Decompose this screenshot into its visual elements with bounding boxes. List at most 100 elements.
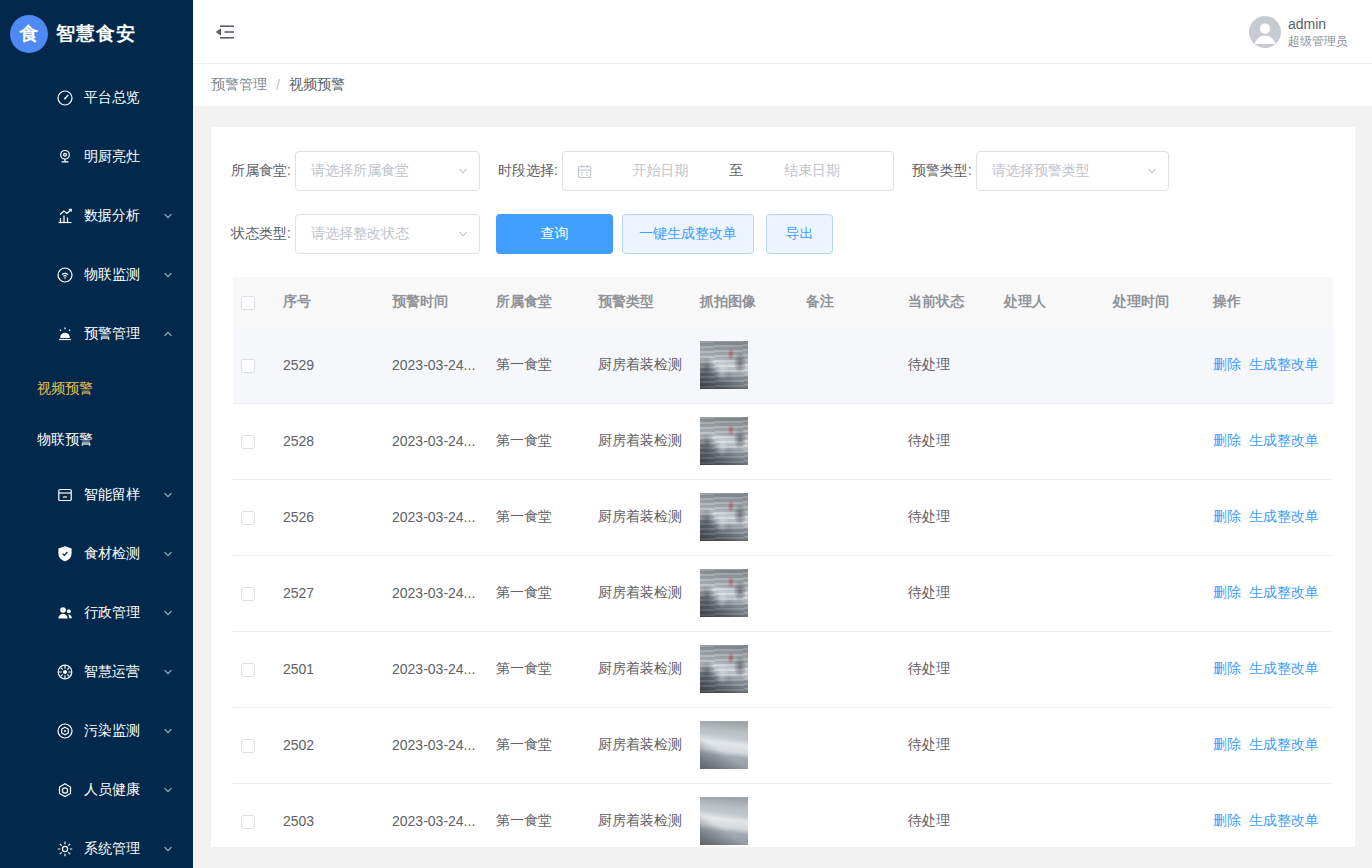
delete-link[interactable]: 删除 <box>1213 356 1241 372</box>
table-row-2529: 25292023-03-24...第一食堂厨房着装检测待处理删除生成整改单 <box>233 327 1333 403</box>
cell-status: 待处理 <box>898 327 994 403</box>
cell-warning-time: 2023-03-24... <box>382 707 486 783</box>
generate-link[interactable]: 生成整改单 <box>1249 736 1319 752</box>
snapshot-image[interactable] <box>700 645 748 693</box>
canteen-select[interactable]: 请选择所属食堂 <box>295 151 480 191</box>
logo: 食 智慧食安 <box>0 0 193 68</box>
sidebar-item-platform-overview[interactable]: 平台总览 <box>0 68 193 127</box>
delete-link[interactable]: 删除 <box>1213 660 1241 676</box>
sidebar-item-bright-kitchen[interactable]: 明厨亮灶 <box>0 127 193 186</box>
row-checkbox[interactable] <box>241 663 255 677</box>
select-all-checkbox[interactable] <box>241 296 255 310</box>
snapshot-image[interactable] <box>700 341 748 389</box>
search-button[interactable]: 查询 <box>496 214 613 254</box>
breadcrumb-parent[interactable]: 预警管理 <box>211 76 267 94</box>
generate-link[interactable]: 生成整改单 <box>1249 660 1319 676</box>
avatar <box>1249 16 1281 48</box>
generate-link[interactable]: 生成整改单 <box>1249 508 1319 524</box>
delete-link[interactable]: 删除 <box>1213 812 1241 828</box>
cell-handle-time <box>1103 707 1203 783</box>
panel: 所属食堂: 请选择所属食堂 时段选择: <box>211 127 1355 847</box>
table-row-2502: 25022023-03-24...第一食堂厨房着装检测待处理删除生成整改单 <box>233 707 1333 783</box>
row-checkbox[interactable] <box>241 815 255 829</box>
camera-icon <box>56 148 74 166</box>
generate-link[interactable]: 生成整改单 <box>1249 812 1319 828</box>
sidebar-item-iot-monitoring[interactable]: 物联监测 <box>0 245 193 304</box>
cell-status: 待处理 <box>898 707 994 783</box>
row-checkbox[interactable] <box>241 435 255 449</box>
main: admin 超级管理员 预警管理 / 视频预警 所属食堂: 请选择所属食堂 <box>193 0 1372 868</box>
table-row-2526: 25262023-03-24...第一食堂厨房着装检测待处理删除生成整改单 <box>233 479 1333 555</box>
snapshot-image[interactable] <box>700 417 748 465</box>
warning-table: 序号预警时间所属食堂预警类型抓拍图像备注当前状态处理人处理时间操作 2529 20… <box>233 277 1333 847</box>
cell-warning-type: 厨房着装检测 <box>588 783 690 847</box>
sidebar-item-pollution-monitoring[interactable]: 污染监测 <box>0 701 193 760</box>
generate-link[interactable]: 生成整改单 <box>1249 432 1319 448</box>
sidebar-item-warning-management[interactable]: 预警管理 <box>0 304 193 363</box>
sidebar-item-food-testing[interactable]: 食材检测 <box>0 524 193 583</box>
cell-serial: 2529 <box>273 327 382 403</box>
cell-status: 待处理 <box>898 403 994 479</box>
table-header-row: 序号预警时间所属食堂预警类型抓拍图像备注当前状态处理人处理时间操作 <box>233 277 1333 327</box>
cell-canteen: 第一食堂 <box>486 783 588 847</box>
chevron-down-icon <box>458 166 468 176</box>
cell-canteen: 第一食堂 <box>486 327 588 403</box>
cell-serial: 2502 <box>273 707 382 783</box>
sidebar-item-admin-management[interactable]: 行政管理 <box>0 583 193 642</box>
hexagon-icon <box>56 722 74 740</box>
date-range-picker[interactable]: 开始日期 至 结束日期 <box>562 151 894 191</box>
cell-handler <box>994 403 1103 479</box>
start-date-input[interactable]: 开始日期 <box>592 162 730 180</box>
cell-serial: 2503 <box>273 783 382 847</box>
breadcrumb-current: 视频预警 <box>289 76 345 94</box>
chevron-down-icon <box>163 608 173 618</box>
generate-link[interactable]: 生成整改单 <box>1249 356 1319 372</box>
flower-icon <box>56 663 74 681</box>
cell-warning-type: 厨房着装检测 <box>588 707 690 783</box>
generate-rectification-button[interactable]: 一键生成整改单 <box>622 214 754 254</box>
row-checkbox[interactable] <box>241 739 255 753</box>
sidebar-item-personnel-health[interactable]: 人员健康 <box>0 760 193 819</box>
delete-link[interactable]: 删除 <box>1213 584 1241 600</box>
row-checkbox[interactable] <box>241 511 255 525</box>
snapshot-image[interactable] <box>700 721 748 769</box>
sidebar-item-smart-sample[interactable]: 智能留样 <box>0 465 193 524</box>
sidebar-subitem-video-warning[interactable]: 视频预警 <box>0 363 193 414</box>
column-header: 备注 <box>796 277 898 327</box>
menu-fold-icon[interactable] <box>214 23 236 41</box>
export-button[interactable]: 导出 <box>766 214 833 254</box>
delete-link[interactable]: 删除 <box>1213 736 1241 752</box>
column-header: 操作 <box>1203 277 1333 327</box>
snapshot-image[interactable] <box>700 797 748 845</box>
user-name: admin <box>1288 17 1348 31</box>
delete-link[interactable]: 删除 <box>1213 432 1241 448</box>
snapshot-image[interactable] <box>700 493 748 541</box>
sidebar-subitem-iot-warning[interactable]: 物联预警 <box>0 414 193 465</box>
filter-row-1: 所属食堂: 请选择所属食堂 时段选择: <box>231 151 1333 191</box>
cell-warning-type: 厨房着装检测 <box>588 479 690 555</box>
warning-type-select[interactable]: 请选择预警类型 <box>976 151 1169 191</box>
cell-handle-time <box>1103 403 1203 479</box>
row-checkbox[interactable] <box>241 587 255 601</box>
row-checkbox[interactable] <box>241 359 255 373</box>
status-select[interactable]: 请选择整改状态 <box>295 214 480 254</box>
delete-link[interactable]: 删除 <box>1213 508 1241 524</box>
sidebar-item-smart-operation[interactable]: 智慧运营 <box>0 642 193 701</box>
user-box[interactable]: admin 超级管理员 <box>1249 16 1348 48</box>
content: 所属食堂: 请选择所属食堂 时段选择: <box>193 106 1372 868</box>
table-row-2527: 25272023-03-24...第一食堂厨房着装检测待处理删除生成整改单 <box>233 555 1333 631</box>
chevron-down-icon <box>458 229 468 239</box>
snapshot-image[interactable] <box>700 569 748 617</box>
sidebar-item-system-management[interactable]: 系统管理 <box>0 819 193 868</box>
generate-link[interactable]: 生成整改单 <box>1249 584 1319 600</box>
chevron-down-icon <box>163 270 173 280</box>
cell-remark <box>796 327 898 403</box>
gear-icon <box>56 840 74 858</box>
user-role: 超级管理员 <box>1288 35 1348 47</box>
end-date-input[interactable]: 结束日期 <box>743 162 881 180</box>
calendar-icon <box>577 164 592 179</box>
cell-warning-time: 2023-03-24... <box>382 555 486 631</box>
sidebar-item-data-analysis[interactable]: 数据分析 <box>0 186 193 245</box>
column-header: 抓拍图像 <box>690 277 796 327</box>
column-header: 预警时间 <box>382 277 486 327</box>
